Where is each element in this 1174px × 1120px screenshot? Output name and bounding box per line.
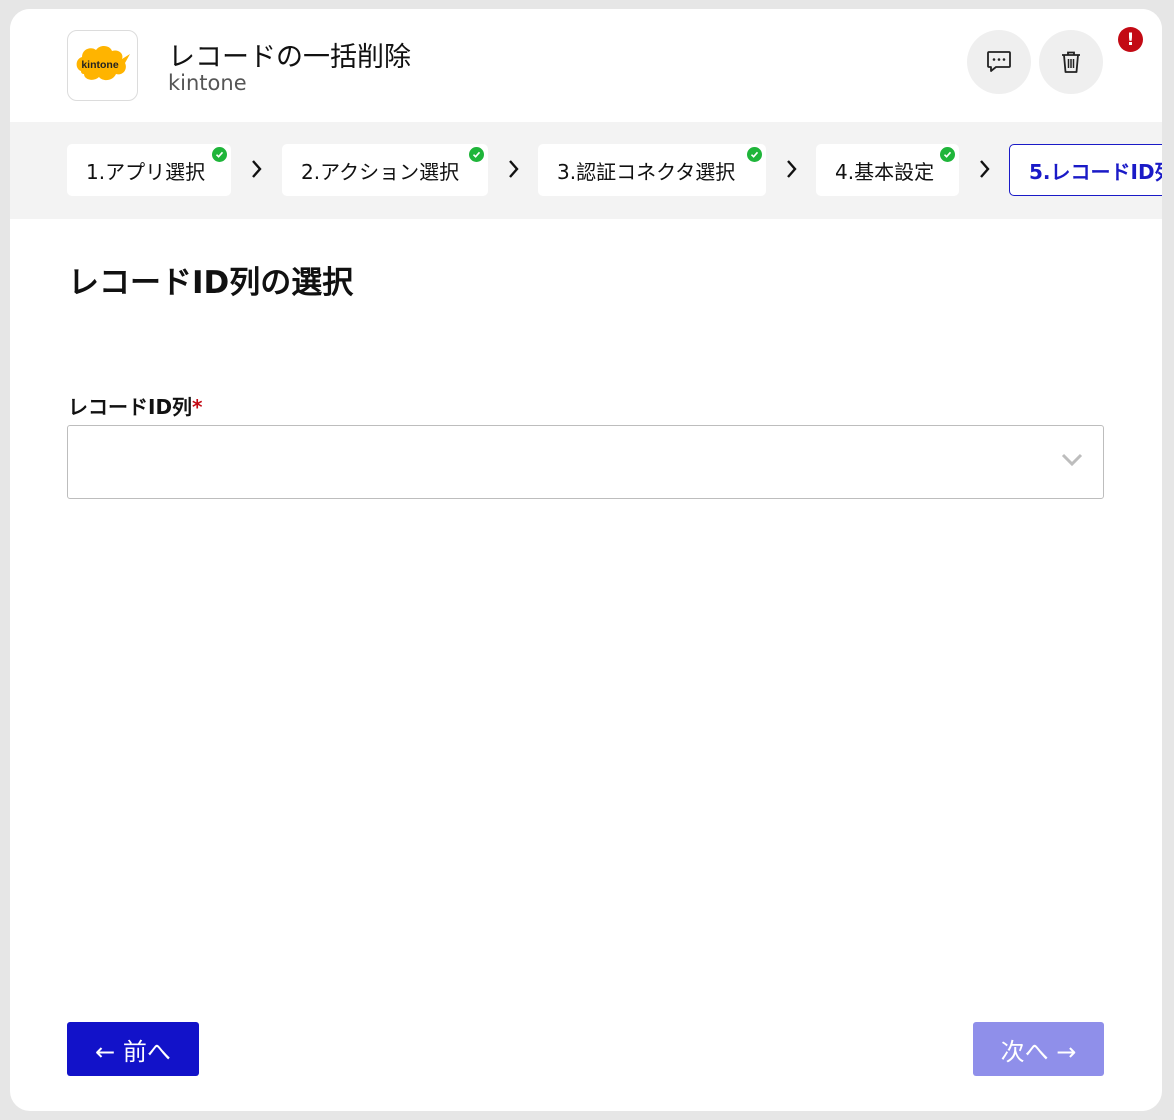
check-icon [212,147,227,162]
chevron-right-icon [980,160,990,178]
alert-badge: ! [1118,27,1143,52]
page-title: レコードの一括削除 [168,42,411,73]
chevron-right-icon [252,160,262,178]
check-icon [469,147,484,162]
prev-button[interactable]: ← 前へ [67,1022,199,1076]
step-label: 3.認証コネクタ選択 [557,159,736,184]
check-icon [940,147,955,162]
delete-button[interactable] [1039,30,1103,94]
step-basic-settings[interactable]: 4.基本設定 [816,144,959,196]
section-title: レコードID列の選択 [68,265,354,301]
step-label: 2.アクション選択 [301,159,460,184]
step-app-select[interactable]: 1.アプリ選択 [67,144,231,196]
stepper: 1.アプリ選択 2.アクション選択 3.認証コネクタ選択 4.基本設定 5.レコ… [10,122,1162,219]
chevron-right-icon [509,160,519,178]
comment-button[interactable] [967,30,1031,94]
chevron-right-icon [787,160,797,178]
app-subtitle: kintone [168,71,247,95]
kintone-cloud-icon: kintone [76,45,130,81]
required-mark: * [192,395,203,419]
check-icon [747,147,762,162]
step-label: 5.レコードID列の選択 [1029,159,1162,184]
kintone-logo: kintone [67,30,138,101]
dialog-card: kintone レコードの一括削除 kintone ! 1.アプリ選択 2.アク… [10,9,1162,1111]
chevron-down-icon [1061,453,1083,467]
next-button[interactable]: 次へ → [973,1022,1104,1076]
header: kintone レコードの一括削除 kintone ! [10,9,1162,122]
step-label: 4.基本設定 [835,159,935,184]
step-label: 1.アプリ選択 [86,159,206,184]
record-id-column-select[interactable] [67,425,1104,499]
trash-icon [1062,51,1080,73]
step-auth-connector-select[interactable]: 3.認証コネクタ選択 [538,144,766,196]
field-label: レコードID列* [68,391,203,420]
step-record-id-column[interactable]: 5.レコードID列の選択 [1009,144,1162,196]
comment-icon [987,51,1011,72]
kintone-logo-text: kintone [81,59,118,71]
step-action-select[interactable]: 2.アクション選択 [282,144,488,196]
field-label-text: レコードID列 [68,395,193,419]
